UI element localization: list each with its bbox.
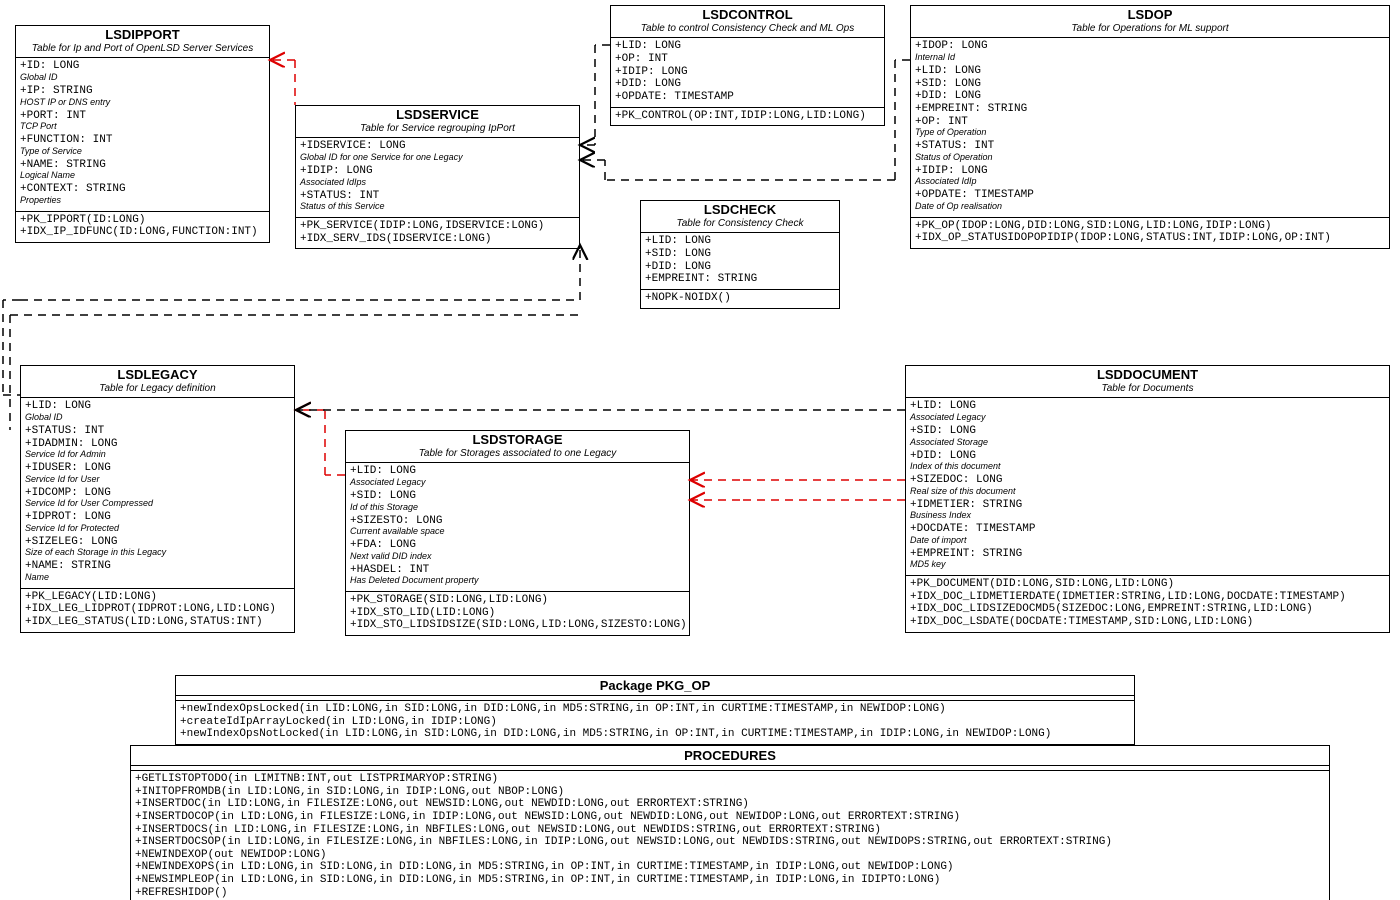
lsdservice-ops: +PK_SERVICE(IDIP:LONG,IDSERVICE:LONG) +I… [296,218,579,248]
lsdop-ops: +PK_OP(IDOP:LONG,DID:LONG,SID:LONG,LID:L… [911,218,1389,248]
lsdlegacy-name: LSDLEGACY [25,368,290,383]
procedures-lines: +GETLISTOPTODO(in LIMITNB:INT,out LISTPR… [131,771,1329,900]
lsdipport-ops: +PK_IPPORT(ID:LONG) +IDX_IP_IDFUNC(ID:LO… [16,212,269,242]
lsdservice-attrs: +IDSERVICE: LONG Global ID for one Servi… [296,138,579,218]
lsddocument-desc: Table for Documents [910,383,1385,395]
lsdlegacy-ops: +PK_LEGACY(LID:LONG) +IDX_LEG_LIDPROT(ID… [21,589,294,632]
lsdipport-name: LSDIPPORT [20,28,265,43]
lsdipport-attrs: +ID: LONG Global ID +IP: STRING HOST IP … [16,58,269,211]
lsdop-name: LSDOP [915,8,1385,23]
lsddocument-ops: +PK_DOCUMENT(DID:LONG,SID:LONG,LID:LONG)… [906,576,1389,632]
lsdservice-desc: Table for Service regrouping IpPort [300,123,575,135]
lsdcheck-attrs: +LID: LONG +SID: LONG +DID: LONG +EMPREI… [641,233,839,290]
lsddocument-name: LSDDOCUMENT [910,368,1385,383]
lsdlegacy-box: LSDLEGACY Table for Legacy definition +L… [20,365,295,633]
lsdstorage-desc: Table for Storages associated to one Leg… [350,448,685,460]
lsdstorage-attrs: +LID: LONG Associated Legacy +SID: LONG … [346,463,689,592]
lsdcontrol-ops: +PK_CONTROL(OP:INT,IDIP:LONG,LID:LONG) [611,108,884,126]
lsddocument-attrs: +LID: LONG Associated Legacy +SID: LONG … [906,398,1389,576]
lsdcheck-name: LSDCHECK [645,203,835,218]
lsdservice-box: LSDSERVICE Table for Service regrouping … [295,105,580,249]
lsdop-desc: Table for Operations for ML support [915,23,1385,35]
lsdstorage-box: LSDSTORAGE Table for Storages associated… [345,430,690,636]
lsdstorage-name: LSDSTORAGE [350,433,685,448]
lsdipport-box: LSDIPPORT Table for Ip and Port of OpenL… [15,25,270,243]
lsdlegacy-desc: Table for Legacy definition [25,383,290,395]
lsdcheck-box: LSDCHECK Table for Consistency Check +LI… [640,200,840,309]
lsdservice-name: LSDSERVICE [300,108,575,123]
pkg-op-box: Package PKG_OP +newIndexOpsLocked(in LID… [175,675,1135,745]
pkg-op-lines: +newIndexOpsLocked(in LID:LONG,in SID:LO… [176,701,1134,744]
lsdcheck-ops: +NOPK-NOIDX() [641,290,839,308]
lsdcontrol-attrs: +LID: LONG +OP: INT +IDIP: LONG +DID: LO… [611,38,884,107]
lsdlegacy-attrs: +LID: LONG Global ID +STATUS: INT +IDADM… [21,398,294,588]
lsdcheck-desc: Table for Consistency Check [645,218,835,230]
lsdop-box: LSDOP Table for Operations for ML suppor… [910,5,1390,249]
lsddocument-box: LSDDOCUMENT Table for Documents +LID: LO… [905,365,1390,633]
lsdipport-desc: Table for Ip and Port of OpenLSD Server … [20,43,265,55]
pkg-op-name: Package PKG_OP [176,676,1134,696]
lsdstorage-ops: +PK_STORAGE(SID:LONG,LID:LONG) +IDX_STO_… [346,592,689,635]
lsdcontrol-box: LSDCONTROL Table to control Consistency … [610,5,885,126]
lsdcontrol-name: LSDCONTROL [615,8,880,23]
procedures-box: PROCEDURES +GETLISTOPTODO(in LIMITNB:INT… [130,745,1330,900]
procedures-name: PROCEDURES [131,746,1329,766]
lsdcontrol-desc: Table to control Consistency Check and M… [615,23,880,35]
lsdop-attrs: +IDOP: LONG Internal Id +LID: LONG +SID:… [911,38,1389,217]
